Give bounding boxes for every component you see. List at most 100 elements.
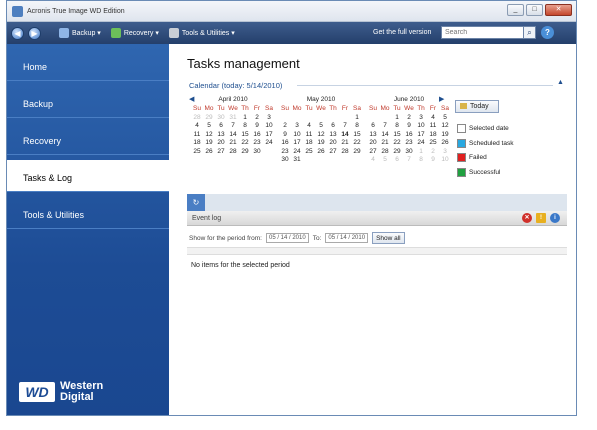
calendar-day[interactable]: 18 [427, 131, 439, 140]
calendar-day[interactable]: 10 [439, 156, 451, 165]
calendar-day[interactable]: 20 [327, 139, 339, 148]
calendar-day[interactable]: 24 [415, 139, 427, 148]
calendar-day[interactable]: 10 [415, 122, 427, 131]
calendar-day[interactable]: 22 [239, 139, 251, 148]
calendar-day[interactable]: 17 [291, 139, 303, 148]
calendar-day[interactable]: 24 [291, 148, 303, 157]
calendar-day[interactable]: 12 [439, 122, 451, 131]
warning-filter-icon[interactable]: ! [536, 213, 546, 223]
calendar-day[interactable]: 26 [315, 148, 327, 157]
calendar-day[interactable]: 19 [203, 139, 215, 148]
calendar-day[interactable]: 23 [251, 139, 263, 148]
calendar-day[interactable]: 22 [391, 139, 403, 148]
show-all-button[interactable]: Show all [372, 232, 405, 244]
calendar-day[interactable]: 18 [191, 139, 203, 148]
calendar-day[interactable]: 25 [427, 139, 439, 148]
calendar-day[interactable]: 5 [439, 114, 451, 123]
calendar-day[interactable]: 16 [251, 131, 263, 140]
calendar-day[interactable]: 11 [427, 122, 439, 131]
calendar-day[interactable]: 3 [439, 148, 451, 157]
date-from-field[interactable]: 05 / 14 / 2010 [265, 233, 309, 243]
calendar-day[interactable]: 2 [251, 114, 263, 123]
calendar-day[interactable]: 4 [191, 122, 203, 131]
calendar-day[interactable]: 10 [263, 122, 275, 131]
calendar-day[interactable]: 1 [351, 114, 363, 123]
calendar-day[interactable]: 4 [367, 156, 379, 165]
calendar-day[interactable]: 3 [263, 114, 275, 123]
toolbar-recovery-menu[interactable]: Recovery ▾ [110, 28, 159, 38]
toolbar-backup-menu[interactable]: Backup ▾ [59, 28, 101, 38]
calendar-day[interactable]: 7 [339, 122, 351, 131]
calendar-day[interactable]: 6 [327, 122, 339, 131]
calendar-day[interactable]: 21 [379, 139, 391, 148]
calendar-day[interactable]: 29 [391, 148, 403, 157]
calendar-day[interactable]: 15 [351, 131, 363, 140]
calendar-day[interactable]: 1 [415, 148, 427, 157]
calendar-day[interactable]: 6 [215, 122, 227, 131]
calendar-day[interactable]: 4 [303, 122, 315, 131]
calendar-day[interactable]: 19 [439, 131, 451, 140]
calendar-day[interactable]: 25 [191, 148, 203, 157]
calendar-day[interactable]: 27 [367, 148, 379, 157]
calendar-day[interactable]: 21 [227, 139, 239, 148]
calendar-day[interactable]: 16 [279, 139, 291, 148]
toolbar-tools-menu[interactable]: Tools & Utilities ▾ [168, 28, 235, 38]
info-filter-icon[interactable]: i [550, 213, 560, 223]
calendar-day[interactable]: 22 [351, 139, 363, 148]
calendar-day[interactable]: 11 [303, 131, 315, 140]
calendar-day[interactable]: 31 [227, 114, 239, 123]
calendar-day[interactable]: 19 [315, 139, 327, 148]
search-icon[interactable]: ⌕ [523, 26, 536, 39]
back-button[interactable]: ◀ [11, 26, 24, 40]
calendar-day[interactable]: 23 [403, 139, 415, 148]
calendar-day[interactable]: 30 [251, 148, 263, 157]
sidebar-item-backup[interactable]: Backup [7, 86, 169, 118]
calendar-day[interactable]: 20 [367, 139, 379, 148]
calendar-day[interactable]: 3 [291, 122, 303, 131]
calendar-day[interactable]: 31 [291, 156, 303, 165]
calendar-day[interactable]: 26 [439, 139, 451, 148]
calendar-day[interactable]: 13 [327, 131, 339, 140]
calendar-day[interactable]: 13 [367, 131, 379, 140]
date-to-field[interactable]: 05 / 14 / 2010 [325, 233, 369, 243]
calendar-day[interactable]: 28 [379, 148, 391, 157]
forward-button[interactable]: ▶ [28, 26, 41, 40]
calendar-day[interactable]: 1 [239, 114, 251, 123]
calendar-day[interactable]: 13 [215, 131, 227, 140]
calendar-day[interactable]: 12 [203, 131, 215, 140]
calendar-day[interactable]: 2 [427, 148, 439, 157]
calendar-day[interactable]: 28 [191, 114, 203, 123]
calendar-day[interactable]: 17 [415, 131, 427, 140]
calendar-day[interactable]: 5 [315, 122, 327, 131]
calendar-day[interactable]: 23 [279, 148, 291, 157]
calendar-day[interactable]: 15 [391, 131, 403, 140]
calendar-day[interactable]: 2 [403, 114, 415, 123]
calendar-day[interactable]: 2 [279, 122, 291, 131]
today-button[interactable]: Today [455, 100, 499, 113]
sidebar-item-tasks-log[interactable]: Tasks & Log [7, 160, 170, 192]
error-filter-icon[interactable]: ✕ [522, 213, 532, 223]
calendar-day[interactable]: 4 [427, 114, 439, 123]
sidebar-item-tools-utilities[interactable]: Tools & Utilities [7, 197, 169, 229]
calendar-day[interactable]: 3 [415, 114, 427, 123]
calendar-day[interactable]: 26 [203, 148, 215, 157]
calendar-day[interactable]: 20 [215, 139, 227, 148]
calendar-day[interactable]: 27 [327, 148, 339, 157]
calendar-day[interactable]: 9 [403, 122, 415, 131]
calendar-day[interactable]: 21 [339, 139, 351, 148]
refresh-icon[interactable]: ↻ [187, 194, 205, 211]
calendar-day[interactable]: 30 [403, 148, 415, 157]
sidebar-item-home[interactable]: Home [7, 49, 169, 81]
calendar-day[interactable]: 25 [303, 148, 315, 157]
get-full-version-link[interactable]: Get the full version [373, 29, 431, 36]
calendar-day[interactable]: 7 [403, 156, 415, 165]
minimize-button[interactable]: _ [507, 4, 524, 16]
calendar-day[interactable]: 29 [351, 148, 363, 157]
calendar-day[interactable]: 17 [263, 131, 275, 140]
calendar-day[interactable]: 16 [403, 131, 415, 140]
calendar-day[interactable]: 14 [379, 131, 391, 140]
calendar-day[interactable]: 30 [279, 156, 291, 165]
calendar-day[interactable]: 15 [239, 131, 251, 140]
calendar-day[interactable]: 6 [367, 122, 379, 131]
calendar-day[interactable]: 10 [291, 131, 303, 140]
